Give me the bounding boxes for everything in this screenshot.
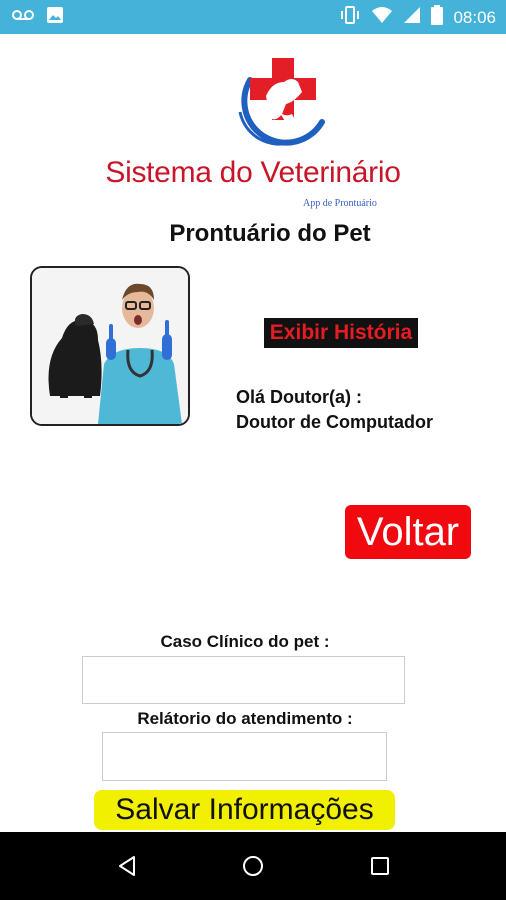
- report-label: Relátorio do atendimento :: [137, 709, 353, 728]
- recents-square-icon[interactable]: [369, 855, 391, 882]
- page-title: Prontuário do Pet: [169, 220, 371, 247]
- save-info-button[interactable]: Salvar Informações: [94, 790, 395, 830]
- home-circle-icon[interactable]: [242, 855, 264, 882]
- voicemail-icon: [12, 8, 34, 27]
- wifi-icon: [371, 6, 393, 29]
- brand-subtitle: App de Prontuário: [303, 198, 377, 209]
- report-input[interactable]: [102, 732, 387, 781]
- doctor-name: Doutor de Computador: [236, 412, 433, 432]
- show-history-button[interactable]: Exibir História: [264, 318, 418, 348]
- greeting-label: Olá Doutor(a) :: [236, 387, 362, 407]
- status-bar: 08:06: [0, 0, 506, 34]
- navigation-bar: [0, 832, 506, 900]
- clinical-case-label: Caso Clínico do pet :: [160, 632, 330, 651]
- battery-icon: [431, 5, 444, 30]
- vibrate-icon: [339, 5, 361, 30]
- brand-title: Sistema do Veterinário: [105, 156, 401, 189]
- image-icon: [46, 6, 64, 29]
- clinical-case-input[interactable]: [82, 656, 405, 704]
- clock: 08:06: [453, 7, 496, 27]
- back-triangle-icon[interactable]: [116, 855, 138, 882]
- vet-dog-photo: [30, 266, 190, 426]
- app-logo: [232, 52, 330, 148]
- signal-icon: [403, 6, 421, 29]
- back-button[interactable]: Voltar: [345, 505, 471, 559]
